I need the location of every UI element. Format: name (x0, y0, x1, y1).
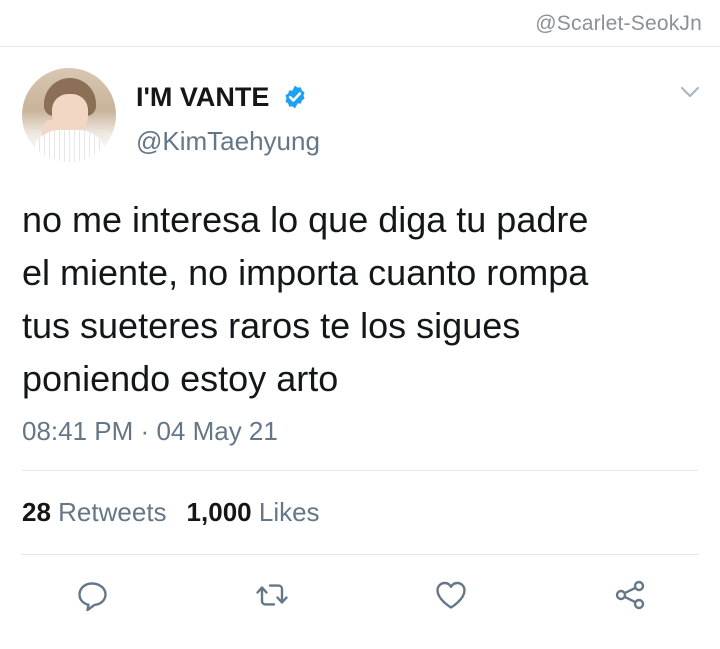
avatar[interactable] (22, 68, 116, 162)
share-icon (615, 580, 645, 610)
chevron-down-icon[interactable] (679, 84, 701, 100)
reply-button[interactable] (74, 577, 110, 613)
divider-above-stats (22, 470, 698, 471)
reply-icon (78, 582, 107, 612)
avatar-shirt (30, 130, 108, 162)
tweet-text: no me interesa lo que diga tu padre el m… (22, 193, 702, 405)
likes-stat[interactable]: 1,000 Likes (187, 497, 320, 527)
timestamp-separator: · (140, 416, 150, 446)
share-button[interactable] (612, 577, 648, 613)
display-name[interactable]: I'M VANTE (136, 82, 269, 113)
tweet-text-line: tus sueteres raros te los sigues (22, 305, 521, 346)
top-divider (0, 46, 720, 47)
watermark-handle: @Scarlet-SeokJn (535, 12, 702, 35)
engagement-stats: 28 Retweets 1,000 Likes (22, 497, 320, 528)
user-handle[interactable]: @KimTaehyung (136, 126, 320, 157)
retweet-icon (256, 584, 288, 606)
tweet-text-line: poniendo estoy arto (22, 358, 339, 399)
tweet-time: 08:41 PM (22, 416, 134, 446)
divider-below-stats (22, 554, 698, 555)
retweets-count: 28 (22, 497, 51, 527)
like-button[interactable] (433, 577, 469, 613)
tweet-timestamp[interactable]: 08:41 PM · 04 May 21 (22, 416, 278, 447)
retweet-button[interactable] (254, 577, 290, 613)
retweets-stat[interactable]: 28 Retweets (22, 497, 167, 527)
tweet-text-line: no me interesa lo que diga tu padre (22, 199, 589, 240)
likes-label: Likes (258, 497, 320, 527)
tweet-date: 04 May 21 (156, 416, 278, 446)
verified-badge-icon (285, 85, 305, 109)
tweet-text-line: el miente, no importa cuanto rompa (22, 252, 589, 293)
likes-count: 1,000 (186, 497, 252, 527)
heart-icon (436, 581, 466, 609)
retweets-label: Retweets (58, 497, 167, 527)
